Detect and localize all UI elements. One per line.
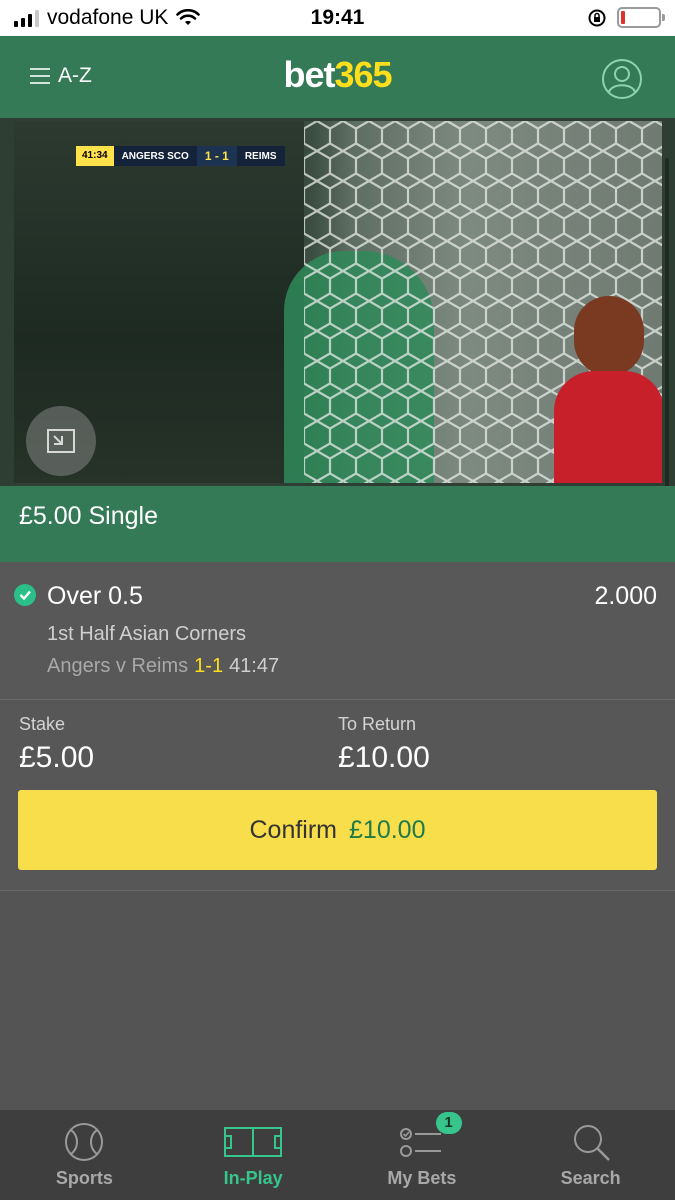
battery-icon — [617, 7, 665, 28]
fixture-teams: Angers v Reims — [47, 655, 189, 677]
selection-odds: 2.000 — [594, 582, 657, 610]
nav-in-play[interactable]: In-Play — [169, 1110, 338, 1200]
nav-search-label: Search — [560, 1168, 621, 1188]
logo-text-bet: bet — [283, 54, 335, 95]
minimize-video-button[interactable] — [26, 406, 96, 476]
account-button[interactable] — [601, 58, 643, 105]
app-header: A-Z bet365 — [0, 36, 675, 118]
bet365-logo[interactable]: bet365 — [0, 54, 675, 96]
return-label: To Return — [338, 714, 417, 734]
stake-area: Stake £5.00 To Return £10.00 Confirm £10… — [0, 701, 675, 891]
fixture-score: 1-1 — [194, 655, 224, 677]
clock: 19:41 — [310, 6, 365, 29]
my-bets-count-badge: 1 — [435, 1112, 462, 1134]
betslip-title: £5.00 Single — [0, 486, 675, 562]
live-stream-panel: 41:34 ANGERS SCO 1 - 1 REIMS — [0, 118, 675, 486]
confirm-bet-button[interactable]: Confirm £10.00 — [18, 790, 657, 870]
pitch-icon — [224, 1127, 283, 1157]
live-video[interactable]: 41:34 ANGERS SCO 1 - 1 REIMS — [14, 121, 662, 483]
selection-market: 1st Half Asian Corners — [47, 623, 246, 645]
nav-sports[interactable]: Sports — [0, 1110, 169, 1200]
bet-selection: Over 0.5 2.000 1st Half Asian Corners An… — [0, 562, 675, 700]
nav-sports-label: Sports — [55, 1168, 113, 1188]
selection-name: Over 0.5 — [47, 582, 143, 610]
scorebug-home: ANGERS SCO — [121, 150, 189, 162]
confirm-amount: £10.00 — [349, 815, 426, 844]
nav-in-play-label: In-Play — [223, 1168, 283, 1188]
return-value: £10.00 — [338, 741, 430, 774]
match-scorebug: 41:34 ANGERS SCO 1 - 1 REIMS — [76, 146, 285, 166]
ball-icon — [65, 1123, 104, 1161]
nav-my-bets-label: My Bets — [387, 1168, 457, 1188]
logo-text-365: 365 — [334, 54, 392, 95]
minimize-video-icon — [47, 429, 75, 453]
selection-fixture: Angers v Reims 1-1 41:47 — [47, 655, 279, 678]
account-icon — [602, 59, 642, 99]
search-icon — [573, 1125, 610, 1161]
scorebug-score: 1 - 1 — [196, 146, 237, 166]
status-right — [587, 7, 665, 28]
fixture-clock: 41:47 — [229, 655, 280, 677]
scorebug-clock: 41:34 — [76, 146, 114, 166]
stake-value[interactable]: £5.00 — [19, 741, 94, 775]
check-icon — [14, 584, 36, 606]
bottom-nav: Sports In-Play 1 My Bets Search — [0, 1110, 675, 1200]
nav-my-bets[interactable]: 1 My Bets — [338, 1110, 507, 1200]
rotation-lock-icon — [588, 9, 606, 26]
nav-search[interactable]: Search — [506, 1110, 675, 1200]
stake-label: Stake — [19, 714, 66, 734]
status-bar: vodafone UK 19:41 — [0, 0, 675, 36]
confirm-label: Confirm — [249, 815, 338, 844]
empty-area — [0, 891, 675, 1111]
scorebug-away: REIMS — [244, 150, 277, 162]
